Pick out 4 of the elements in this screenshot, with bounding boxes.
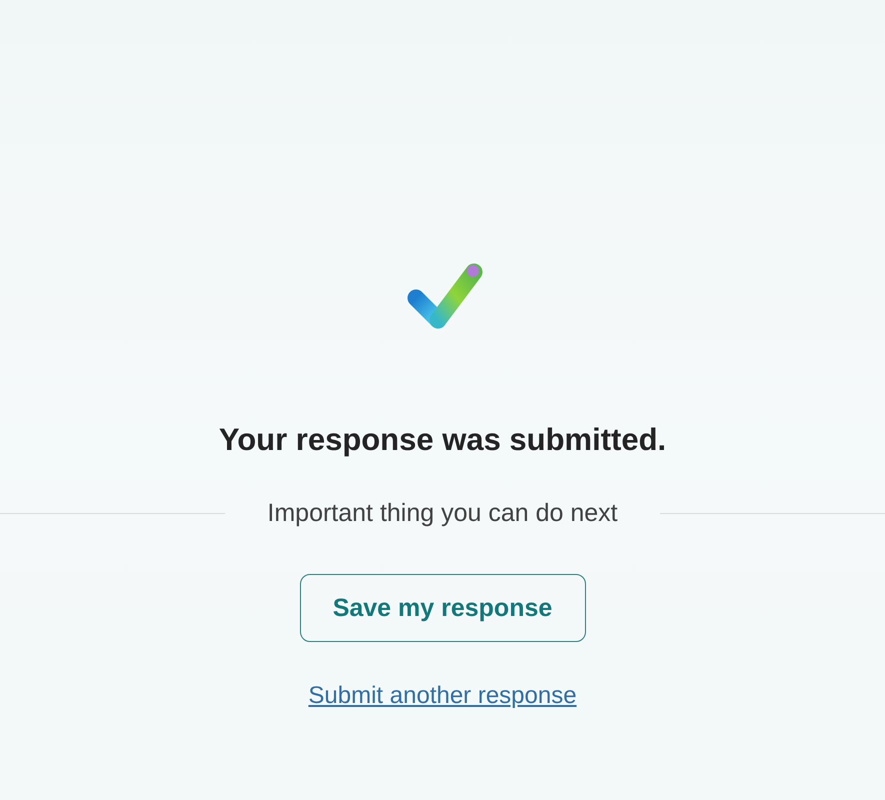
confirmation-title: Your response was submitted. bbox=[218, 421, 666, 459]
next-steps-heading: Important thing you can do next bbox=[266, 498, 619, 529]
save-response-button[interactable]: Save my response bbox=[300, 574, 586, 642]
submit-another-link[interactable]: Submit another response bbox=[308, 682, 577, 710]
